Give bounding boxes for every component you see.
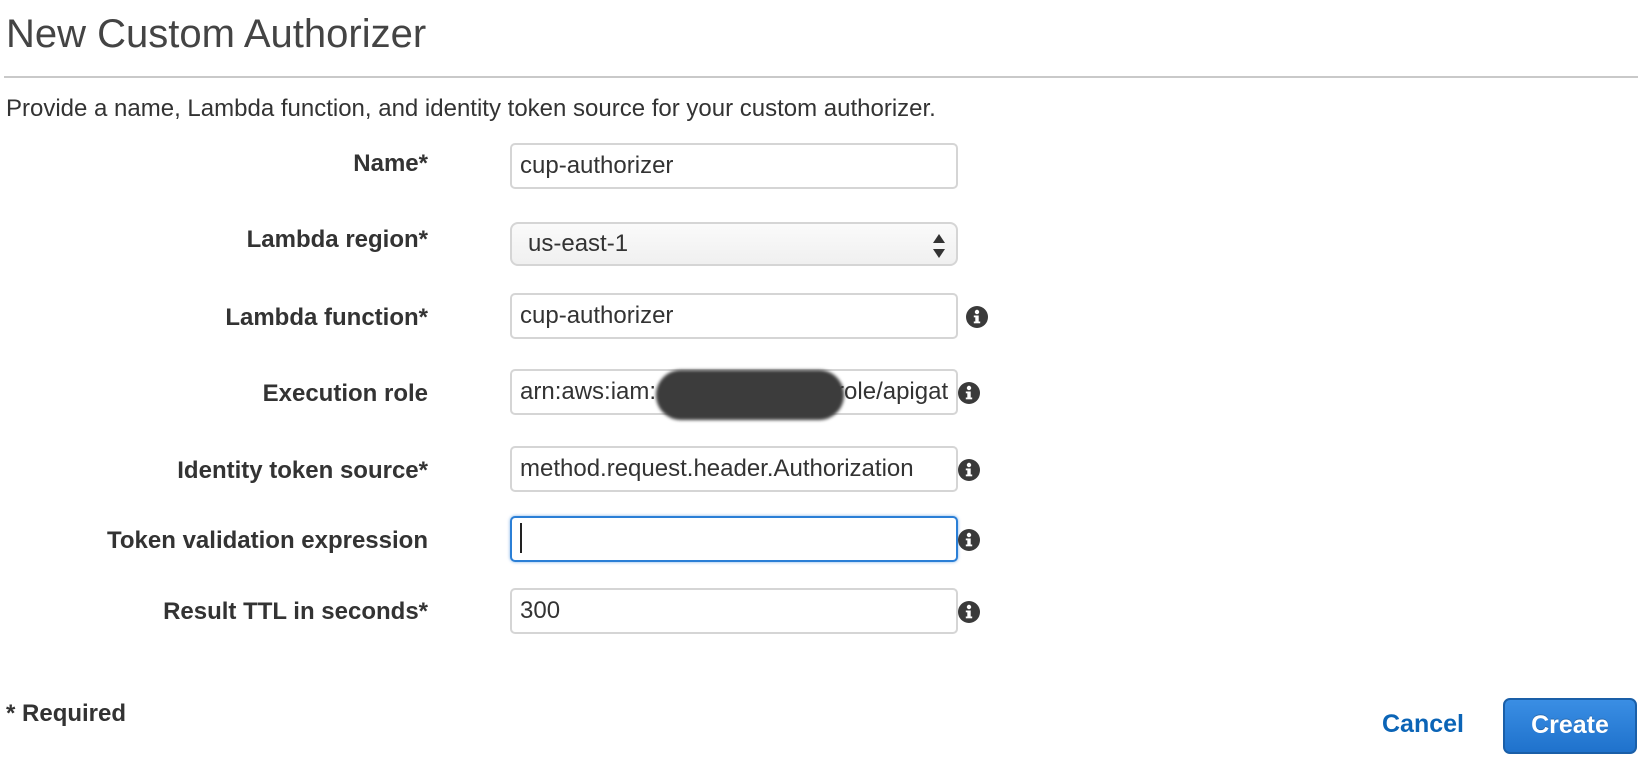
execution-role-value-suffix: role/apigat [836, 378, 949, 405]
execution-role-value-prefix: arn:aws:iam: [520, 378, 657, 405]
page-intro: Provide a name, Lambda function, and ide… [6, 95, 936, 122]
lambda-function-info-icon[interactable] [966, 306, 988, 328]
up-down-arrows-icon [932, 232, 946, 258]
identity-token-source-label: Identity token source* [177, 457, 428, 484]
lambda-function-input[interactable]: cup-authorizer [510, 293, 958, 339]
lambda-region-select[interactable]: us-east-1 [510, 222, 958, 266]
execution-role-info-icon[interactable] [958, 382, 980, 404]
result-ttl-info-icon[interactable] [958, 601, 980, 623]
lambda-region-value: us-east-1 [528, 230, 629, 257]
lambda-function-label: Lambda function* [225, 304, 428, 331]
page-title: New Custom Authorizer [6, 12, 427, 56]
lambda-function-value: cup-authorizer [520, 302, 674, 329]
token-validation-expression-label: Token validation expression [107, 527, 428, 554]
identity-token-source-input[interactable]: method.request.header.Authorization [510, 446, 958, 492]
create-button[interactable]: Create [1503, 698, 1637, 754]
name-input-value: cup-authorizer [520, 152, 674, 179]
execution-role-label: Execution role [262, 380, 428, 407]
name-input[interactable]: cup-authorizer [510, 143, 958, 189]
required-note: * Required [6, 700, 127, 727]
lambda-region-label: Lambda region* [246, 226, 428, 253]
identity-token-source-info-icon[interactable] [958, 459, 980, 481]
title-divider [4, 76, 1638, 78]
name-label: Name* [353, 150, 428, 177]
result-ttl-label: Result TTL in seconds* [163, 598, 428, 625]
new-custom-authorizer-page: New Custom Authorizer Provide a name, La… [0, 0, 1642, 784]
result-ttl-value: 300 [520, 597, 561, 624]
cancel-button[interactable]: Cancel [1382, 710, 1464, 739]
token-validation-expression-input[interactable] [510, 516, 958, 562]
text-caret [520, 522, 522, 553]
identity-token-source-value: method.request.header.Authorization [520, 455, 914, 482]
token-validation-expression-info-icon[interactable] [958, 529, 980, 551]
redacted-account-id [656, 370, 844, 420]
result-ttl-input[interactable]: 300 [510, 588, 958, 634]
